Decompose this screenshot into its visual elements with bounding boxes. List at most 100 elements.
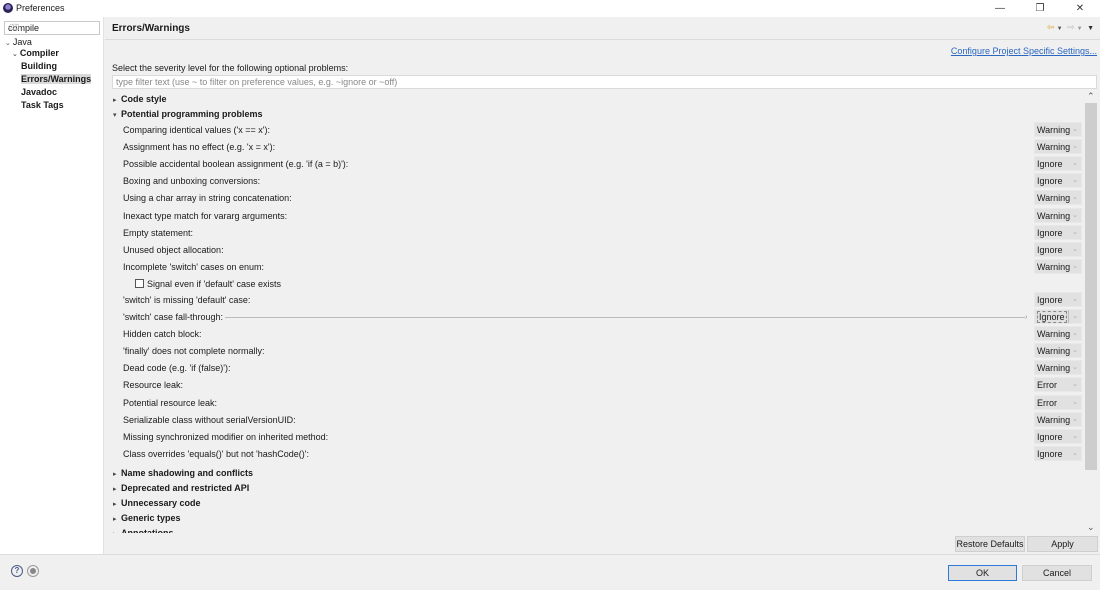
forward-arrow-icon[interactable]: ⇨ xyxy=(1067,22,1075,32)
section-header[interactable]: ▸ Annotations xyxy=(105,526,1080,533)
severity-select[interactable]: Ignore ⌄ xyxy=(1034,156,1082,172)
option-row: 'finally' does not complete normally: War… xyxy=(105,342,1082,359)
severity-select[interactable]: Warning ⌄ xyxy=(1034,139,1082,155)
cancel-button[interactable]: Cancel xyxy=(1022,565,1092,581)
checkbox-label[interactable]: Signal even if 'default' case exists xyxy=(147,279,281,289)
section-header[interactable]: ▾ Potential programming problems xyxy=(105,107,1080,122)
configure-project-settings-link[interactable]: Configure Project Specific Settings... xyxy=(951,46,1097,56)
severity-select[interactable]: Warning ⌄ xyxy=(1034,207,1082,223)
forward-dropdown-icon[interactable]: ▼ xyxy=(1077,26,1083,32)
chevron-down-icon[interactable]: ⌄ xyxy=(1072,193,1078,201)
expand-icon[interactable]: ▸ xyxy=(113,96,117,104)
section-label: Unnecessary code xyxy=(121,497,201,508)
tree-item[interactable]: Building xyxy=(21,61,57,71)
severity-select[interactable]: Warning ⌄ xyxy=(1034,326,1082,342)
preference-filter-input[interactable] xyxy=(113,76,1096,88)
expand-twisty-icon[interactable]: ⌄ xyxy=(12,51,18,58)
chevron-down-icon[interactable]: ⌄ xyxy=(1072,415,1078,423)
record-icon[interactable] xyxy=(27,565,39,577)
option-label: 'finally' does not complete normally: xyxy=(123,346,265,357)
section-label: Potential programming problems xyxy=(121,109,263,119)
expand-icon[interactable]: ▸ xyxy=(113,500,117,508)
close-button[interactable]: ✕ xyxy=(1060,0,1100,17)
section-header[interactable]: ▸ Code style xyxy=(105,92,1080,107)
severity-select[interactable]: Warning ⌄ xyxy=(1034,411,1082,427)
severity-select[interactable]: Ignore ⌄ xyxy=(1034,428,1082,444)
severity-value: Ignore xyxy=(1037,176,1063,187)
page-header: Errors/Warnings ⇦ ▼ ⇨ ▼ ▼ xyxy=(105,17,1100,40)
chevron-down-icon[interactable]: ⌄ xyxy=(1072,329,1078,337)
scroll-down-icon[interactable]: ⌄ xyxy=(1087,522,1095,533)
chevron-down-icon[interactable]: ⌄ xyxy=(1072,125,1078,133)
chevron-down-icon[interactable]: ⌄ xyxy=(1072,398,1078,406)
severity-select[interactable]: Ignore ⌄ xyxy=(1034,445,1082,461)
severity-select[interactable]: Ignore ⌄ xyxy=(1034,291,1082,307)
chevron-down-icon[interactable]: ⌄ xyxy=(1072,228,1078,236)
severity-select[interactable]: Warning ⌄ xyxy=(1034,343,1082,359)
signal-default-checkbox[interactable] xyxy=(135,278,144,288)
option-label: Missing synchronized modifier on inherit… xyxy=(123,431,329,442)
section-header[interactable]: ▸ Deprecated and restricted API xyxy=(105,481,1080,496)
apply-button[interactable]: Apply xyxy=(1027,536,1098,552)
chevron-down-icon[interactable]: ⌄ xyxy=(1072,449,1078,457)
tree-item[interactable]: Errors/Warnings xyxy=(21,74,92,84)
scrollbar-thumb[interactable] xyxy=(1085,103,1097,470)
severity-value: Warning xyxy=(1037,210,1071,221)
back-arrow-icon[interactable]: ⇦ xyxy=(1047,22,1055,32)
section-header[interactable]: ▸ Name shadowing and conflicts xyxy=(105,466,1080,481)
collapse-icon[interactable]: ▾ xyxy=(113,111,117,119)
menu-icon[interactable]: ▼ xyxy=(1087,25,1094,32)
chevron-down-icon[interactable]: ⌄ xyxy=(1072,346,1078,354)
severity-value: Warning xyxy=(1037,125,1071,135)
tree-filter-input[interactable]: compile ⌫ xyxy=(4,21,100,35)
chevron-down-icon[interactable]: ⌄ xyxy=(1072,295,1078,303)
expand-icon[interactable]: ▸ xyxy=(113,485,117,493)
chevron-down-icon[interactable]: ⌄ xyxy=(1072,432,1078,440)
option-label: Incomplete 'switch' cases on enum: xyxy=(123,261,265,272)
tree-item[interactable]: ⌄ Compiler xyxy=(12,48,59,58)
ok-button[interactable]: OK xyxy=(948,565,1017,581)
restore-defaults-button[interactable]: Restore Defaults xyxy=(955,536,1025,552)
restore-button[interactable]: ❐ xyxy=(1020,0,1060,17)
clear-filter-icon[interactable]: ⌫ xyxy=(8,23,19,32)
expand-icon[interactable]: ▸ xyxy=(113,515,117,523)
page-title: Errors/Warnings xyxy=(112,23,190,34)
minimize-button[interactable]: — xyxy=(980,0,1020,17)
severity-select[interactable]: Ignore ⌄ xyxy=(1034,224,1082,240)
severity-value: Warning xyxy=(1037,142,1071,153)
chevron-down-icon[interactable]: ⌄ xyxy=(1072,380,1078,388)
severity-select[interactable]: Ignore ⌄ xyxy=(1034,173,1082,189)
expand-icon[interactable]: ▸ xyxy=(113,530,117,533)
chevron-down-icon[interactable]: ⌄ xyxy=(1072,159,1078,167)
tree-item[interactable]: Task Tags xyxy=(21,100,64,110)
tree-item[interactable]: ⌄ Java xyxy=(5,37,32,47)
window-title: Preferences xyxy=(16,3,65,13)
expand-twisty-icon[interactable]: ⌄ xyxy=(5,40,11,47)
expand-icon[interactable]: ▸ xyxy=(113,470,117,478)
severity-select[interactable]: Warning ⌄ xyxy=(1034,122,1082,137)
severity-select[interactable]: Ignore ⌄ xyxy=(1034,241,1082,257)
chevron-down-icon[interactable]: ⌄ xyxy=(1072,363,1078,371)
preference-filter-field[interactable] xyxy=(112,75,1097,89)
option-row: Unused object allocation: Ignore ⌄ xyxy=(105,241,1082,258)
section-header[interactable]: ▸ Unnecessary code xyxy=(105,496,1080,511)
chevron-down-icon[interactable]: ⌄ xyxy=(1072,142,1078,150)
vertical-scrollbar[interactable]: ⌃ ⌄ xyxy=(1084,91,1098,533)
section-header[interactable]: ▸ Generic types xyxy=(105,511,1080,526)
severity-select[interactable]: Error ⌄ xyxy=(1034,377,1082,393)
option-label: Empty statement: xyxy=(123,227,194,238)
scroll-up-icon[interactable]: ⌃ xyxy=(1087,91,1095,102)
chevron-down-icon[interactable]: ⌄ xyxy=(1072,211,1078,219)
severity-select[interactable]: Ignore ⌄ xyxy=(1034,309,1082,324)
severity-select[interactable]: Warning ⌄ xyxy=(1034,360,1082,376)
severity-select[interactable]: Warning ⌄ xyxy=(1034,190,1082,206)
tree-item[interactable]: Javadoc xyxy=(21,87,57,97)
chevron-down-icon[interactable]: ⌄ xyxy=(1072,312,1078,320)
chevron-down-icon[interactable]: ⌄ xyxy=(1072,176,1078,184)
help-icon[interactable]: ? xyxy=(11,565,23,577)
back-dropdown-icon[interactable]: ▼ xyxy=(1057,26,1063,32)
severity-select[interactable]: Error ⌄ xyxy=(1034,394,1082,410)
chevron-down-icon[interactable]: ⌄ xyxy=(1072,245,1078,253)
chevron-down-icon[interactable]: ⌄ xyxy=(1072,262,1078,270)
severity-select[interactable]: Warning ⌄ xyxy=(1034,258,1082,274)
